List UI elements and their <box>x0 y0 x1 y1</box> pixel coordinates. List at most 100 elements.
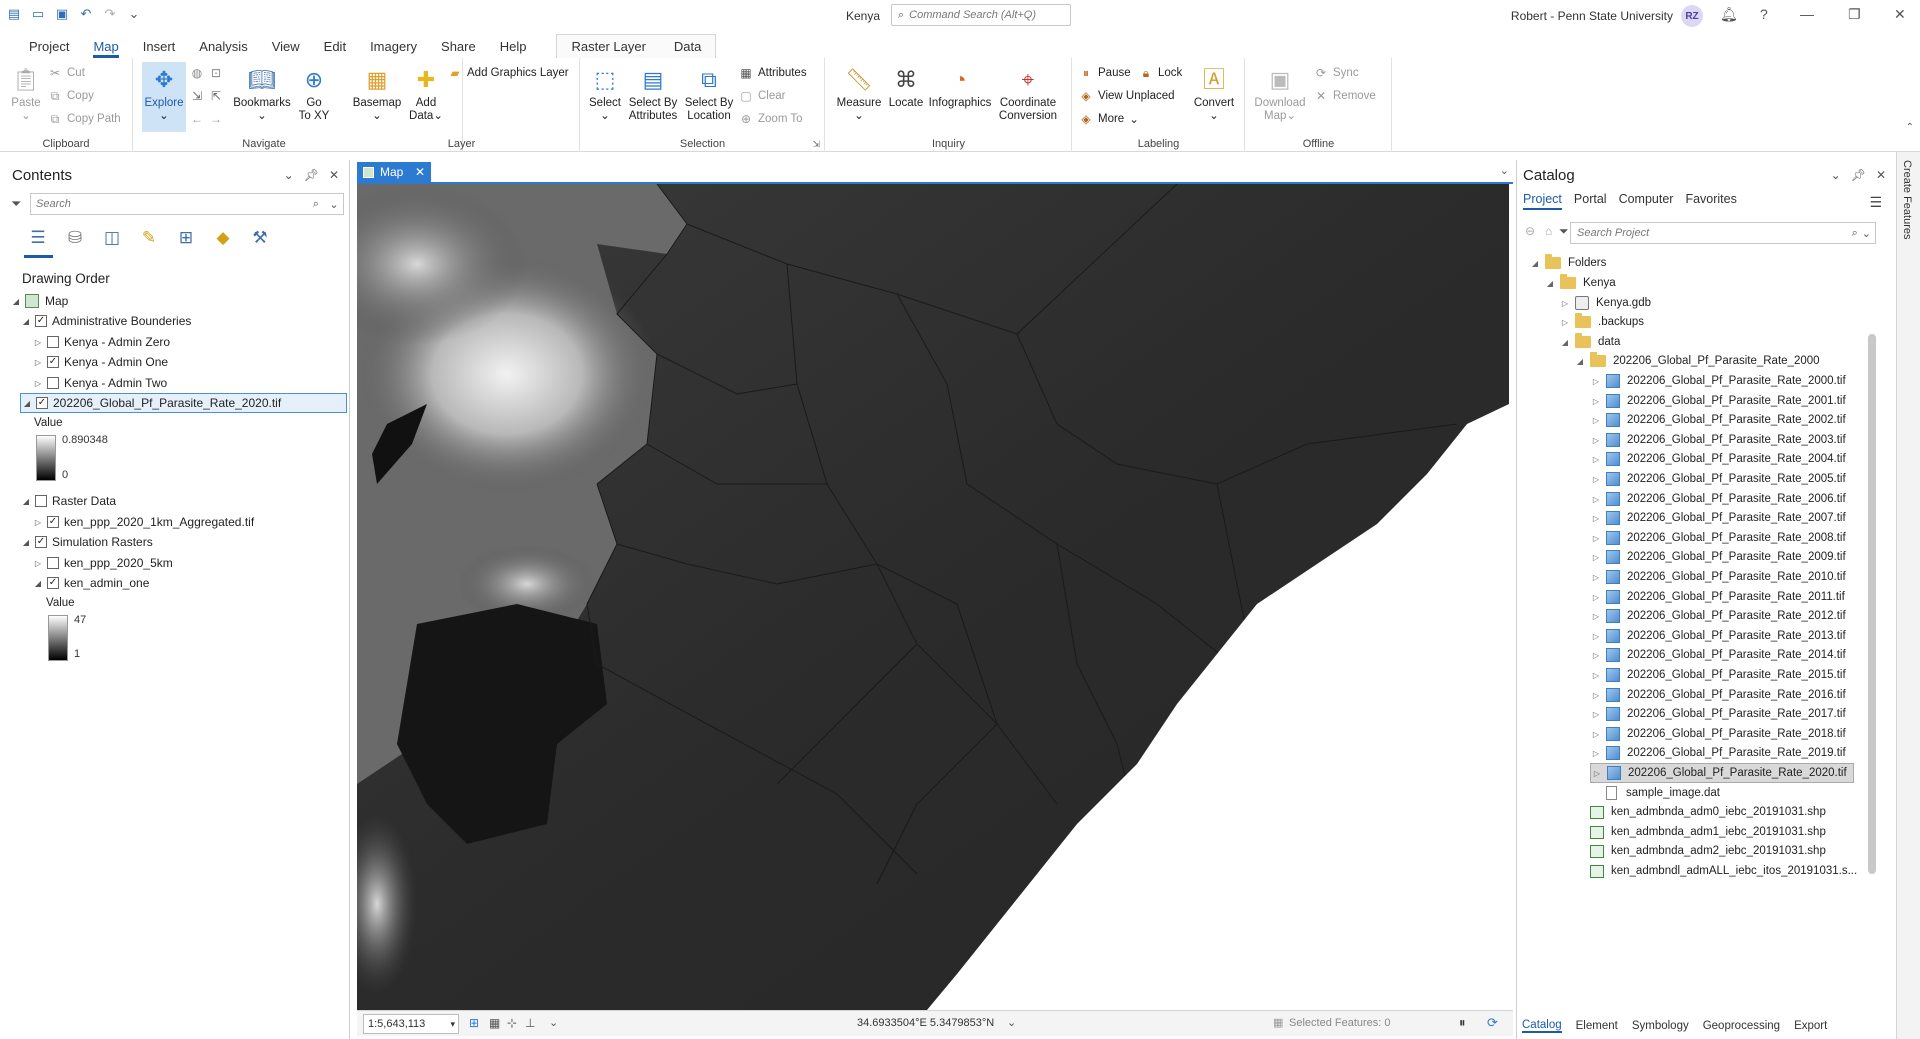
visibility-checkbox[interactable] <box>47 336 59 348</box>
collapse-icon[interactable]: ◢ <box>1559 338 1571 347</box>
undo-icon[interactable]: ↶ <box>78 6 94 22</box>
search-icon[interactable]: ⌕ <box>1852 227 1858 240</box>
expand-icon[interactable]: ▷ <box>1591 769 1603 778</box>
catalog-item-raster[interactable]: ▷ 202206_Global_Pf_Parasite_Rate_2012.tif <box>1590 606 1846 626</box>
toc-parasite-rate-2020[interactable]: ◢ ✓ 202206_Global_Pf_Parasite_Rate_2020.t… <box>20 393 347 413</box>
full-extent-button[interactable]: ◍ ⊡ <box>190 64 223 82</box>
contents-search-input[interactable]: Search ⌕ ⌄ <box>30 193 344 215</box>
basemap-button[interactable]: ▦ Basemap ⌄ <box>352 64 402 123</box>
lock-labels-button[interactable]: 🔒︎ Lock <box>1139 64 1183 82</box>
catalog-scrollbar[interactable] <box>1868 334 1876 874</box>
tab-element[interactable]: Element <box>1576 1020 1618 1032</box>
search-icon[interactable]: ⌕ <box>307 198 325 211</box>
toc-ken-ppp-2020-5km[interactable]: ▷ ken_ppp_2020_5km <box>32 553 173 573</box>
expand-icon[interactable]: ▷ <box>1590 651 1602 660</box>
stretch-color-ramp[interactable] <box>36 435 56 481</box>
list-by-data-source-icon[interactable]: ⛁ <box>63 226 87 250</box>
expand-icon[interactable]: ▷ <box>1590 416 1602 425</box>
tab-symbology[interactable]: Symbology <box>1632 1020 1689 1032</box>
pane-options-icon[interactable]: ⌄ <box>284 168 294 182</box>
grid-icon[interactable]: ▦ <box>489 1016 500 1030</box>
expand-icon[interactable]: ▷ <box>32 559 44 568</box>
expand-icon[interactable]: ▷ <box>1590 691 1602 700</box>
catalog-item-sample-image[interactable]: sample_image.dat <box>1590 783 1720 803</box>
visibility-checkbox[interactable]: ✓ <box>36 397 48 409</box>
expand-icon[interactable]: ▷ <box>1590 455 1602 464</box>
map-canvas[interactable] <box>357 184 1509 1010</box>
catalog-menu-icon[interactable]: ☰ <box>1869 194 1882 211</box>
catalog-item-raster[interactable]: ▷ 202206_Global_Pf_Parasite_Rate_2006.tif <box>1590 489 1846 509</box>
collapse-icon[interactable]: ◢ <box>1529 259 1541 268</box>
toc-administrative-bounderies[interactable]: ◢ ✓ Administrative Bounderies <box>20 311 191 331</box>
tab-edit[interactable]: Edit <box>312 35 358 57</box>
tab-view[interactable]: View <box>260 35 312 57</box>
visibility-checkbox[interactable] <box>35 495 47 507</box>
tab-map[interactable]: Map <box>81 35 130 58</box>
selection-dialog-launcher-icon[interactable]: ⇲ <box>812 139 820 150</box>
toc-kenya-admin-zero[interactable]: ▷ Kenya - Admin Zero <box>32 332 170 352</box>
catalog-item-raster-selected[interactable]: ▷ 202206_Global_Pf_Parasite_Rate_2020.tif <box>1590 763 1854 783</box>
redo-icon[interactable]: ↷ <box>102 6 118 22</box>
tab-catalog[interactable]: Catalog <box>1522 1019 1562 1033</box>
visibility-checkbox[interactable]: ✓ <box>47 356 59 368</box>
tab-data[interactable]: Data <box>660 36 715 58</box>
stretch-color-ramp[interactable] <box>48 615 68 661</box>
cut-button[interactable]: ✂ Cut <box>48 64 85 82</box>
visibility-checkbox[interactable]: ✓ <box>47 516 59 528</box>
more-labeling-button[interactable]: ◈ More ⌄ <box>1079 110 1138 128</box>
create-features-strip[interactable]: Create Features <box>1896 152 1920 1039</box>
pause-labels-button[interactable]: ⏸︎ Pause <box>1079 64 1131 82</box>
tab-computer[interactable]: Computer <box>1619 192 1674 210</box>
tab-list-dropdown-icon[interactable]: ⌄ <box>1500 164 1509 177</box>
back-icon[interactable]: ⊖ <box>1525 224 1535 238</box>
add-graphics-layer-button[interactable]: ▰ Add Graphics Layer <box>448 64 568 82</box>
tab-favorites[interactable]: Favorites <box>1685 192 1736 210</box>
toc-simulation-rasters[interactable]: ◢ ✓ Simulation Rasters <box>20 532 153 552</box>
expand-icon[interactable]: ▷ <box>1590 397 1602 406</box>
list-by-labeling-icon[interactable]: ◆ <box>211 226 235 250</box>
pause-drawing-icon[interactable]: ⏸︎ <box>1459 1015 1466 1031</box>
catalog-item-raster[interactable]: ▷ 202206_Global_Pf_Parasite_Rate_2017.tif <box>1590 704 1846 724</box>
download-map-button[interactable]: ▣ Download Map⌄ <box>1252 64 1308 123</box>
tab-raster-layer[interactable]: Raster Layer <box>557 36 659 58</box>
expand-icon[interactable]: ▷ <box>1590 573 1602 582</box>
help-icon[interactable]: ? <box>1760 6 1768 22</box>
catalog-item-data[interactable]: ◢ data <box>1559 332 1620 352</box>
catalog-item-raster[interactable]: ▷ 202206_Global_Pf_Parasite_Rate_2004.tif <box>1590 449 1846 469</box>
filter-icon[interactable]: ⏷ <box>1559 224 1569 239</box>
sync-button[interactable]: ⟳ Sync <box>1314 64 1359 82</box>
catalog-item-raster[interactable]: ▷ 202206_Global_Pf_Parasite_Rate_2000.tif <box>1590 371 1846 391</box>
catalog-item-raster[interactable]: ▷ 202206_Global_Pf_Parasite_Rate_2018.tif <box>1590 724 1846 744</box>
expand-icon[interactable]: ▷ <box>1590 475 1602 484</box>
catalog-item-raster[interactable]: ▷ 202206_Global_Pf_Parasite_Rate_2014.tif <box>1590 645 1846 665</box>
list-by-perspective-imagery-icon[interactable]: ⚒ <box>248 226 272 250</box>
visibility-checkbox[interactable]: ✓ <box>47 577 59 589</box>
constraints-icon[interactable]: ⊥ <box>525 1016 535 1030</box>
expand-icon[interactable]: ▷ <box>1590 514 1602 523</box>
user-name[interactable]: Robert - Penn State University <box>1511 9 1673 23</box>
catalog-item-raster[interactable]: ▷ 202206_Global_Pf_Parasite_Rate_2013.tif <box>1590 626 1846 646</box>
toc-kenya-admin-two[interactable]: ▷ Kenya - Admin Two <box>32 373 167 393</box>
pin-icon[interactable]: 📌︎ <box>1851 168 1866 182</box>
catalog-item-shapefile[interactable]: ken_admbndl_admALL_iebc_itos_20191031.s.… <box>1574 861 1857 881</box>
expand-icon[interactable]: ▷ <box>1590 730 1602 739</box>
collapse-icon[interactable]: ◢ <box>20 497 32 506</box>
restore-icon[interactable]: ❐ <box>1848 6 1861 23</box>
toc-map[interactable]: ◢ Map <box>10 291 68 311</box>
select-by-attributes-button[interactable]: ▤ Select By Attributes <box>625 64 681 123</box>
toc-raster-data[interactable]: ◢ Raster Data <box>20 491 116 511</box>
convert-labels-button[interactable]: 🄰 Convert ⌄ <box>1191 64 1237 123</box>
list-by-drawing-order-icon[interactable]: ☰ <box>26 226 50 250</box>
catalog-item-backups[interactable]: ▷ .backups <box>1559 312 1644 332</box>
catalog-item-kenya-gdb[interactable]: ▷ Kenya.gdb <box>1559 293 1651 313</box>
customize-toolbar-icon[interactable]: ⌄ <box>126 6 142 22</box>
copy-path-button[interactable]: ⧉ Copy Path <box>48 110 121 128</box>
snapping-icon[interactable]: ⊹ <box>507 1016 517 1030</box>
coordinate-conversion-button[interactable]: ⌖ Coordinate Conversion <box>994 64 1062 123</box>
catalog-search-input[interactable]: Search Project ⌕ ⌄ <box>1570 222 1876 244</box>
tab-help[interactable]: Help <box>488 35 539 57</box>
expand-icon[interactable]: ▷ <box>1590 749 1602 758</box>
close-icon[interactable]: ✕ <box>1894 6 1906 23</box>
save-project-icon[interactable]: ▣ <box>54 6 70 22</box>
collapse-icon[interactable]: ◢ <box>20 538 32 547</box>
